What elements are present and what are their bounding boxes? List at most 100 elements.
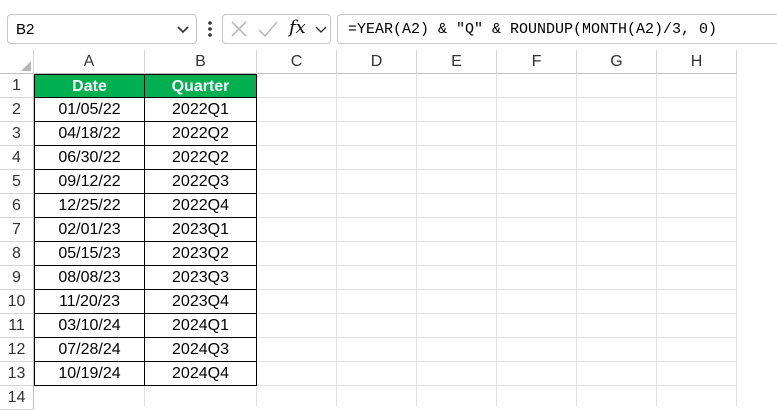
cell[interactable] [145,386,257,407]
cell[interactable] [257,146,337,170]
cell[interactable] [497,314,577,338]
cell[interactable] [657,122,737,146]
cell[interactable] [417,122,497,146]
cell[interactable] [417,290,497,314]
insert-function-button[interactable]: fx [289,17,306,38]
table-cell[interactable]: 2022Q3 [145,170,257,194]
table-cell[interactable]: 12/25/22 [34,194,145,218]
cell[interactable] [657,266,737,290]
cell[interactable] [497,74,577,98]
cell[interactable] [337,218,417,242]
cell[interactable] [497,170,577,194]
table-cell[interactable]: 2024Q4 [145,362,257,386]
table-cell[interactable]: 09/12/22 [34,170,145,194]
cell[interactable] [657,170,737,194]
cell[interactable] [257,242,337,266]
cell[interactable] [577,218,657,242]
cell[interactable] [257,170,337,194]
cell[interactable] [257,314,337,338]
cell[interactable] [497,242,577,266]
table-cell[interactable]: 11/20/23 [34,290,145,314]
column-header-g[interactable]: G [577,50,657,74]
cell[interactable] [417,170,497,194]
cell[interactable] [337,386,417,407]
cancel-icon[interactable] [229,19,249,39]
table-cell[interactable]: 02/01/23 [34,218,145,242]
cell[interactable] [257,194,337,218]
cell[interactable] [577,362,657,386]
table-cell[interactable]: 08/08/23 [34,266,145,290]
cell[interactable] [657,338,737,362]
cell[interactable] [497,218,577,242]
cell[interactable] [337,98,417,122]
column-header-a[interactable]: A [34,50,145,74]
cell[interactable] [257,74,337,98]
cell[interactable] [337,314,417,338]
row-header-7[interactable]: 7 [0,218,34,242]
column-header-c[interactable]: C [257,50,337,74]
table-cell[interactable]: 2022Q4 [145,194,257,218]
cell[interactable] [657,194,737,218]
cell[interactable] [337,242,417,266]
cell[interactable] [417,362,497,386]
cell[interactable] [257,290,337,314]
column-header-b[interactable]: B [145,50,257,74]
cell[interactable] [417,242,497,266]
cell[interactable] [417,386,497,407]
row-header-14[interactable]: 14 [0,386,34,410]
cell[interactable] [257,218,337,242]
cell[interactable] [497,290,577,314]
cell[interactable] [34,386,145,407]
cell[interactable] [417,74,497,98]
cell[interactable] [657,314,737,338]
table-cell[interactable]: 2023Q4 [145,290,257,314]
table-cell[interactable]: 03/10/24 [34,314,145,338]
cell[interactable] [417,266,497,290]
cell[interactable] [657,74,737,98]
cell[interactable] [337,266,417,290]
table-cell[interactable]: 01/05/22 [34,98,145,122]
table-cell[interactable]: 2022Q2 [145,122,257,146]
enter-check-icon[interactable] [257,19,279,39]
cell[interactable] [337,290,417,314]
cell[interactable] [657,386,737,407]
chevron-down-icon[interactable] [313,20,329,38]
cell[interactable] [577,242,657,266]
cell[interactable] [257,122,337,146]
cell[interactable] [337,338,417,362]
cell[interactable] [257,266,337,290]
table-cell[interactable]: 06/30/22 [34,146,145,170]
cell[interactable] [577,146,657,170]
cell[interactable] [337,146,417,170]
cell[interactable] [497,362,577,386]
cell[interactable] [497,194,577,218]
row-header-6[interactable]: 6 [0,194,34,218]
cell[interactable] [577,338,657,362]
cell[interactable] [657,146,737,170]
cell[interactable] [577,98,657,122]
name-box[interactable]: B2 [7,14,197,44]
cell[interactable] [417,314,497,338]
table-cell[interactable]: 07/28/24 [34,338,145,362]
cell[interactable] [577,290,657,314]
row-header-8[interactable]: 8 [0,242,34,266]
cell[interactable] [577,122,657,146]
row-header-10[interactable]: 10 [0,290,34,314]
table-cell[interactable]: 2023Q3 [145,266,257,290]
table-header-cell[interactable]: Date [34,74,145,98]
row-header-5[interactable]: 5 [0,170,34,194]
cell[interactable] [577,74,657,98]
cell[interactable] [337,170,417,194]
cell[interactable] [657,218,737,242]
row-header-4[interactable]: 4 [0,146,34,170]
cell[interactable] [497,266,577,290]
cell[interactable] [257,338,337,362]
cell[interactable] [417,338,497,362]
cell[interactable] [657,290,737,314]
cell[interactable] [337,362,417,386]
select-all-button[interactable] [0,50,34,74]
row-header-2[interactable]: 2 [0,98,34,122]
cell[interactable] [257,386,337,407]
column-header-f[interactable]: F [497,50,577,74]
cell[interactable] [497,386,577,407]
